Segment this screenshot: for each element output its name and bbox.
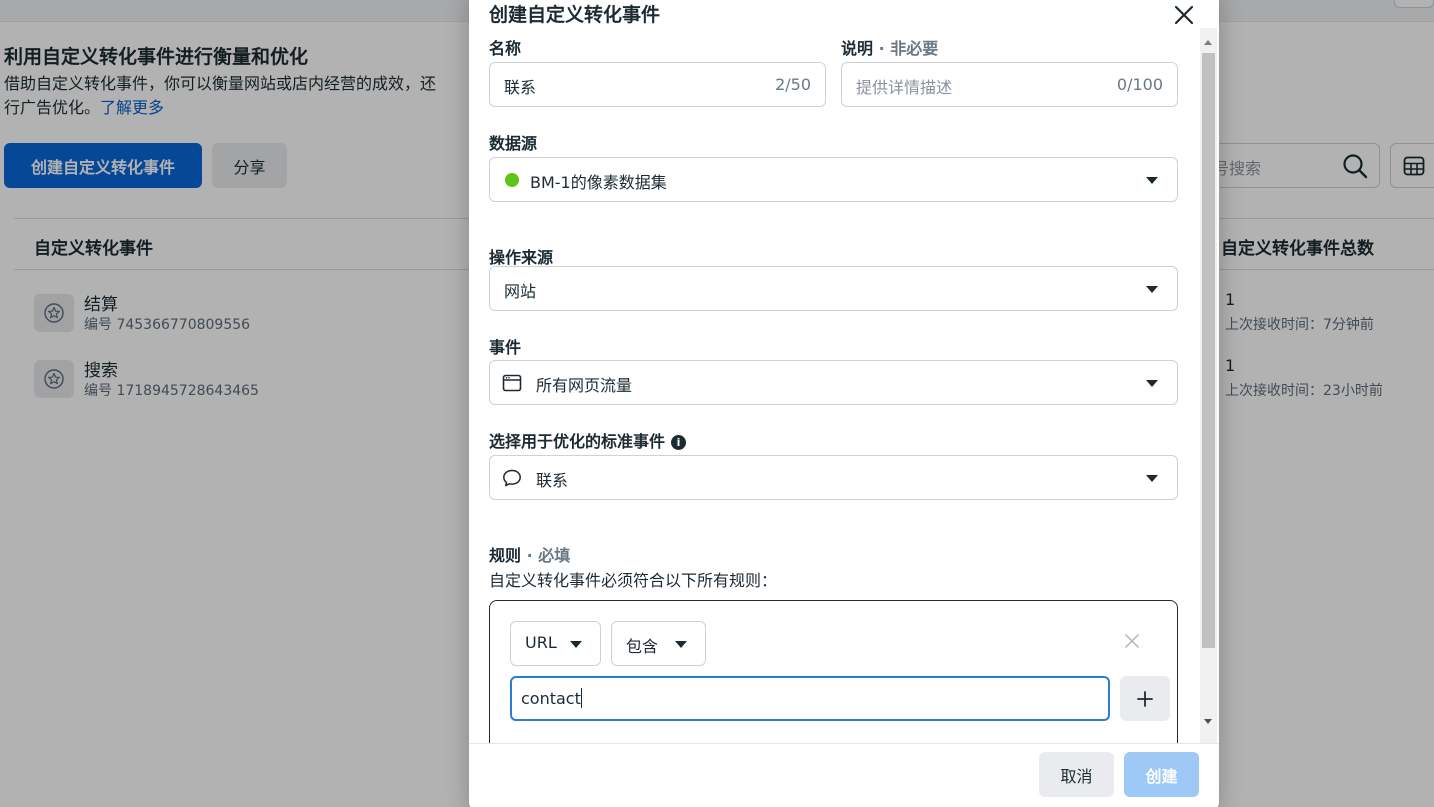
name-label: 名称 (489, 39, 522, 58)
action-source-select[interactable]: 网站 (489, 266, 1178, 311)
event-value: 所有网页流量 (536, 376, 633, 395)
rule-operator-select[interactable]: 包含 (611, 621, 706, 666)
description-placeholder: 提供详情描述 (856, 78, 953, 97)
rules-subtitle: 自定义转化事件必须符合以下所有规则： (489, 571, 778, 590)
scrollbar-thumb[interactable] (1202, 53, 1215, 648)
data-source-label: 数据源 (489, 134, 538, 153)
browser-window-icon (502, 374, 522, 392)
dialog-scrollbar[interactable] (1200, 28, 1217, 743)
status-dot (505, 173, 519, 187)
description-label-text: 说明 (841, 39, 874, 58)
event-select[interactable]: 所有网页流量 (489, 360, 1178, 405)
optional-tag: · 非必要 (873, 39, 939, 58)
rule-value-input[interactable]: contact (510, 676, 1110, 721)
description-label: 说明 · 非必要 (841, 35, 938, 59)
standard-event-label-text: 选择用于优化的标准事件 (489, 432, 666, 451)
dialog-body: 名称 联系 2/50 说明 · 非必要 提供详情描述 0/100 数据源 BM-… (469, 28, 1219, 743)
close-icon (1174, 5, 1194, 25)
create-custom-conversion-dialog: 创建自定义转化事件 名称 联系 2/50 说明 · 非必要 提供详情描述 0/1… (469, 0, 1219, 807)
name-value: 联系 (504, 78, 537, 97)
rule-value: contact (521, 689, 581, 708)
required-tag: · 必填 (521, 546, 571, 565)
event-label: 事件 (489, 338, 522, 357)
standard-event-select[interactable]: 联系 (489, 455, 1178, 500)
chevron-down-icon (570, 641, 582, 648)
chevron-down-icon (1146, 177, 1158, 184)
name-counter: 2/50 (775, 75, 811, 94)
create-button[interactable]: 创建 (1124, 752, 1199, 797)
plus-icon (1137, 690, 1153, 707)
scroll-down-arrow-icon[interactable] (1204, 719, 1212, 724)
info-icon[interactable]: i (671, 435, 687, 450)
rule-operator-value: 包含 (626, 637, 659, 656)
dialog-footer: 取消 创建 (469, 743, 1219, 807)
description-input[interactable]: 提供详情描述 0/100 (841, 62, 1178, 107)
add-value-button[interactable] (1120, 676, 1170, 721)
standard-event-value: 联系 (536, 471, 569, 490)
remove-rule-icon[interactable] (1122, 631, 1142, 651)
chevron-down-icon (1146, 475, 1158, 482)
standard-event-label: 选择用于优化的标准事件 i (489, 428, 687, 452)
chevron-down-icon (1146, 286, 1158, 293)
rule-group: URL 包含 contact (489, 600, 1178, 743)
name-input[interactable]: 联系 2/50 (489, 62, 826, 107)
rule-field-select[interactable]: URL (510, 621, 601, 666)
rule-value-text: contact (521, 688, 582, 708)
rule-field-value: URL (525, 633, 557, 652)
rules-label: 规则 · 必填 (489, 542, 570, 566)
text-cursor (580, 688, 582, 708)
rules-label-text: 规则 (489, 546, 522, 565)
action-source-value: 网站 (504, 282, 537, 301)
cancel-button[interactable]: 取消 (1039, 752, 1114, 797)
chevron-down-icon (1146, 380, 1158, 387)
chat-bubble-icon (503, 469, 521, 487)
dialog-title: 创建自定义转化事件 (489, 4, 661, 26)
close-button[interactable] (1170, 1, 1198, 29)
chevron-down-icon (675, 641, 687, 648)
description-counter: 0/100 (1116, 75, 1163, 94)
data-source-value: BM-1的像素数据集 (530, 173, 667, 192)
scroll-up-arrow-icon[interactable] (1204, 40, 1212, 45)
data-source-select[interactable]: BM-1的像素数据集 (489, 157, 1178, 202)
action-source-label: 操作来源 (489, 248, 554, 267)
